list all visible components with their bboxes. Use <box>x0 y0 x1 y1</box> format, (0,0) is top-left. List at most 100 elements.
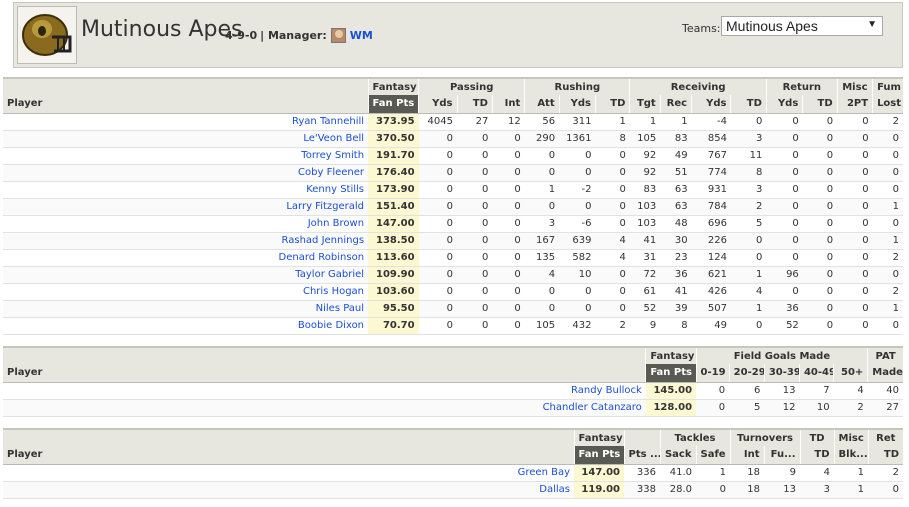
stat-cell: 0 <box>766 164 803 182</box>
column-header[interactable]: Yds <box>558 95 596 114</box>
column-header[interactable]: Fu... <box>763 446 801 465</box>
player-link[interactable]: Randy Bullock <box>571 385 642 396</box>
table-row: Chandler Catanzaro 128.00 0 5 12 10 2 27 <box>3 399 903 417</box>
player-link[interactable]: Rashad Jennings <box>282 235 365 246</box>
stat-cell: 0 <box>802 198 838 216</box>
column-header[interactable]: 30-39 <box>763 364 800 383</box>
stat-cell: 0 <box>872 317 903 335</box>
stat-cell: 0 <box>457 215 493 233</box>
column-header[interactable]: Att <box>524 95 560 114</box>
column-header[interactable]: TD <box>456 95 493 114</box>
player-link[interactable]: Torrey Smith <box>301 150 364 161</box>
manager-avatar[interactable] <box>330 28 346 43</box>
column-header[interactable]: TD <box>730 95 767 114</box>
stat-cell: 854 <box>691 130 731 148</box>
stat-cell: 0 <box>868 481 904 499</box>
column-header[interactable]: TD <box>799 446 835 465</box>
team-name: Mutinous Apes <box>81 17 243 42</box>
stat-cell: 36 <box>766 300 803 318</box>
column-header[interactable]: Yds <box>418 95 457 114</box>
column-header[interactable]: Int <box>491 95 525 114</box>
column-header[interactable]: Yds <box>765 95 803 114</box>
stat-cell: 0 <box>492 181 525 199</box>
stat-cell: 0 <box>802 249 838 267</box>
stat-cell: 0 <box>595 164 630 182</box>
manager-link[interactable]: WM <box>350 29 373 42</box>
table-row: Kenny Stills 173.90 0 0 0 1 -2 0 83 63 931 3 0 0 0 0 <box>3 181 903 199</box>
player-link[interactable]: Taylor Gabriel <box>295 269 364 280</box>
stat-cell: 167 <box>524 232 560 250</box>
stat-cell: 49 <box>660 147 692 165</box>
stat-cell: 0 <box>524 147 560 165</box>
column-header[interactable]: Tgt <box>629 95 661 114</box>
offense-table: Fantasy Passing Rushing Receiving Return… <box>3 77 903 335</box>
stat-cell: 0 <box>837 317 873 335</box>
player-cell: Taylor Gabriel <box>3 266 369 284</box>
player-link[interactable]: Niles Paul <box>316 303 364 314</box>
column-header[interactable]: Made <box>867 364 903 383</box>
stat-cell: 0 <box>595 147 630 165</box>
column-header[interactable]: Safe <box>695 446 730 465</box>
stat-cell: 0 <box>492 249 525 267</box>
player-link[interactable]: John Brown <box>308 218 364 229</box>
player-link[interactable]: Chandler Catanzaro <box>543 402 642 413</box>
column-header[interactable]: Pts ... <box>623 446 660 465</box>
stat-cell: 96 <box>766 266 803 284</box>
stat-cell: 0 <box>802 215 838 233</box>
column-header-player[interactable]: Player <box>3 446 574 465</box>
column-header[interactable]: 0-19 <box>695 364 730 383</box>
stat-cell: 0 <box>492 198 525 216</box>
column-header[interactable]: TD <box>802 95 838 114</box>
stat-cell: 0 <box>457 164 493 182</box>
stat-cell: 10 <box>559 266 596 284</box>
column-header[interactable]: TD <box>595 95 630 114</box>
stat-cell: 0 <box>837 181 873 199</box>
column-header[interactable]: Blk... <box>833 446 869 465</box>
column-header[interactable]: Yds <box>691 95 731 114</box>
column-header[interactable]: Fan Pts <box>573 446 624 465</box>
stat-cell: 931 <box>691 181 731 199</box>
stat-cell: 0 <box>802 181 838 199</box>
stat-cell: 784 <box>691 198 731 216</box>
player-link[interactable]: Ryan Tannehill <box>292 116 364 127</box>
table-row: Randy Bullock 145.00 0 6 13 7 4 40 <box>3 382 903 400</box>
stat-cell: -6 <box>559 215 596 233</box>
player-link[interactable]: Chris Hogan <box>303 286 364 297</box>
player-link[interactable]: Le'Veon Bell <box>303 133 364 144</box>
column-header[interactable]: 50+ <box>833 364 868 383</box>
player-link[interactable]: Coby Fleener <box>298 167 364 178</box>
stat-cell: 3 <box>730 130 767 148</box>
stat-cell: 0 <box>802 317 838 335</box>
player-link[interactable]: Kenny Stills <box>306 184 364 195</box>
player-link[interactable]: Green Bay <box>518 467 570 478</box>
teams-label: Teams: <box>682 22 721 35</box>
column-header-player[interactable]: Player <box>3 95 369 114</box>
stat-cell: 2 <box>868 464 904 482</box>
column-header[interactable]: Fan Pts <box>645 364 697 383</box>
table-row: Denard Robinson 113.60 0 0 0 135 582 4 31 23 124 0 0… <box>3 249 903 267</box>
column-header[interactable]: Rec <box>659 95 692 114</box>
stat-cell: 0 <box>457 266 493 284</box>
column-header[interactable]: 2PT <box>836 95 873 114</box>
column-header[interactable]: Int <box>729 446 764 465</box>
stat-cell: 103 <box>629 198 661 216</box>
table-row: Le'Veon Bell 370.50 0 0 0 290 1361 8 105 83 854 3 0 0… <box>3 130 903 148</box>
column-header[interactable]: 20-29 <box>728 364 765 383</box>
player-cell: Randy Bullock <box>3 382 646 400</box>
column-header[interactable]: Fan Pts <box>367 95 419 114</box>
stat-cell: 4 <box>524 266 560 284</box>
column-header[interactable]: Sack <box>659 446 696 465</box>
player-link[interactable]: Boobie Dixon <box>298 320 364 331</box>
stat-cell: 30 <box>660 232 692 250</box>
fan-pts-cell: 147.00 <box>574 464 624 482</box>
column-header-player[interactable]: Player <box>3 364 646 383</box>
column-header[interactable]: TD <box>867 446 904 465</box>
player-link[interactable]: Denard Robinson <box>279 252 365 263</box>
player-link[interactable]: Larry Fitzgerald <box>286 201 364 212</box>
player-link[interactable]: Dallas <box>539 484 570 495</box>
teams-select[interactable]: Mutinous Apes ▼ <box>721 16 883 36</box>
player-cell: Ryan Tannehill <box>3 113 369 131</box>
stat-cell: 0 <box>837 113 873 131</box>
column-header[interactable]: 40-49 <box>798 364 834 383</box>
column-header[interactable]: Lost <box>872 95 903 114</box>
